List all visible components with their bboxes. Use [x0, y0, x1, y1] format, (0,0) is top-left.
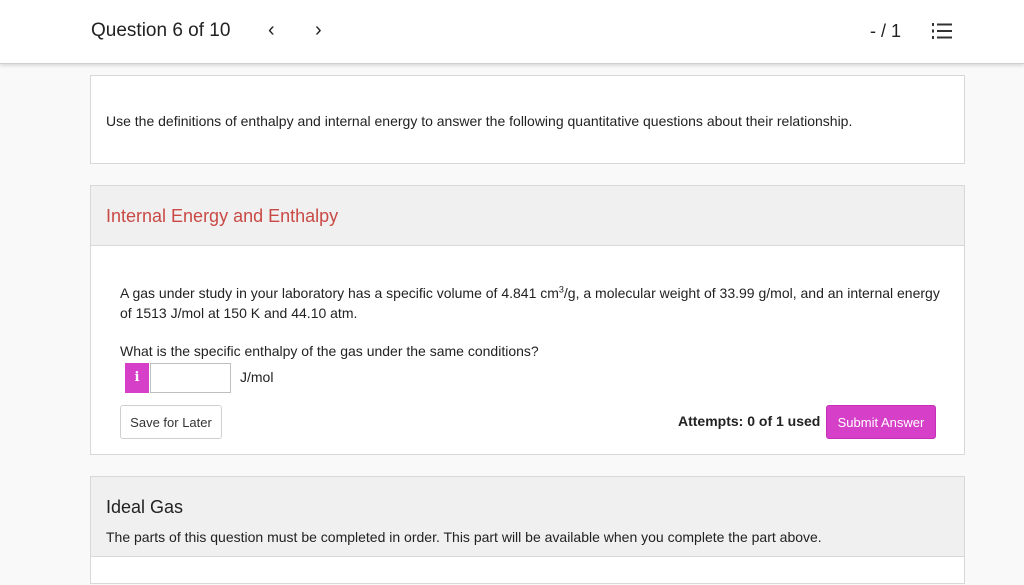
score-display: - / 1	[870, 21, 902, 41]
part-internal-energy-enthalpy: Internal Energy and Enthalpy A gas under…	[90, 185, 965, 455]
save-for-later-button[interactable]: Save for Later	[120, 405, 222, 439]
chevron-right-icon: ›	[315, 19, 322, 41]
problem-statement: A gas under study in your laboratory has…	[120, 283, 940, 323]
question-text: What is the specific enthalpy of the gas…	[120, 343, 539, 359]
locked-part-note: The parts of this question must be compl…	[106, 529, 822, 545]
previous-question-button[interactable]: ‹	[268, 19, 275, 41]
next-question-button[interactable]: ›	[315, 19, 322, 41]
info-icon[interactable]: i	[125, 363, 149, 393]
part-header: Ideal Gas The parts of this question mus…	[91, 477, 964, 557]
part-title: Internal Energy and Enthalpy	[106, 206, 339, 226]
question-header: Question 6 of 10 ‹ › - / 1	[0, 0, 1024, 64]
chevron-left-icon: ‹	[268, 19, 275, 41]
part-title: Ideal Gas	[106, 497, 184, 517]
numbered-list-icon[interactable]	[932, 22, 952, 40]
submit-answer-button[interactable]: Submit Answer	[826, 405, 936, 439]
question-counter: Question 6 of 10	[91, 20, 231, 41]
problem-text-start: A gas under study in your laboratory has…	[120, 285, 559, 301]
answer-unit: J/mol	[240, 369, 274, 385]
answer-input[interactable]	[150, 363, 231, 393]
part-header: Internal Energy and Enthalpy	[91, 186, 964, 246]
attempts-counter: Attempts: 0 of 1 used	[678, 413, 821, 429]
intro-text: Use the definitions of enthalpy and inte…	[106, 113, 853, 129]
part-ideal-gas: Ideal Gas The parts of this question mus…	[90, 476, 965, 584]
intro-card: Use the definitions of enthalpy and inte…	[90, 75, 965, 164]
